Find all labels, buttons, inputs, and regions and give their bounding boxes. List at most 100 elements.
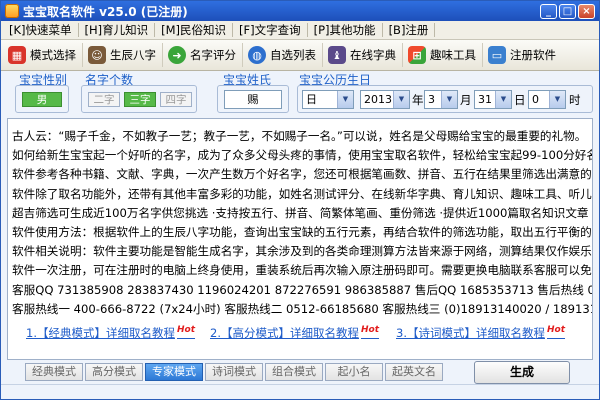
scholar-icon: ♝ [328,46,346,64]
info-line: 超吉筛选可生成近100万名字供您挑选 ·支持按五行、拼音、简繁体笔画、重份筛选 … [12,205,589,220]
windows-icon: ⊞ [408,46,426,64]
tab-classic[interactable]: 经典模式 [25,363,83,381]
tool-label: 自选列表 [270,48,316,62]
info-line: 软件相关说明：软件主要功能是智能生成名字，其余涉及到的各类命理测算方法皆来源于网… [12,244,592,259]
info-line: 古人云：“赐子千金，不如教子一艺；教子一艺，不如赐子一名。”可以说，姓名是父母赐… [12,129,587,143]
globe-icon: ◍ [248,46,266,64]
monitor-icon: ▭ [488,46,506,64]
tutorial-links: 1.【经典模式】详细取名教程 Hot 2.【高分模式】详细取名教程 Hot 3.【诗… [12,321,592,345]
count-option-three[interactable]: 三字 [124,92,156,107]
highscore-tutorial-link[interactable]: 2.【高分模式】详细取名教程 Hot [210,325,396,341]
gender-label: 宝宝性别 [19,73,68,87]
generate-button[interactable]: 生成 [474,361,570,384]
gender-group: 宝宝性别 [19,71,71,87]
birth-hour-value: 0 [532,93,539,106]
app-icon [5,4,19,18]
hot-badge: Hot [360,324,380,335]
tab-english-name[interactable]: 起英文名 [385,363,443,381]
chevron-down-icon: ▼ [393,91,409,108]
menu-bar: [K]快速菜单 [H]育儿知识 [M]民俗知识 [F]文字查询 [P]其他功能 … [1,21,599,40]
count-label: 名字个数 [85,73,134,87]
tool-label: 生辰八字 [110,48,156,62]
count-group: 名字个数 [85,71,134,87]
title-bar: 宝宝取名软件 v25.0 (已注册) _ □ × [1,1,599,21]
birth-hour-select[interactable]: 0 ▼ [528,90,566,109]
poem-tutorial-link[interactable]: 3.【诗词模式】详细取名教程 Hot [396,325,565,341]
info-line: 软件参考各种书籍、文献、字典，一次产生数万个好名字，您还可根据笔画数、拼音、五行… [12,167,592,182]
surname-label: 宝宝姓氏 [223,73,272,87]
params-panel: 宝宝性别 男 名字个数 二字 三字 四字 宝宝姓氏 赐 宝宝公历生日 日 ▼ 2… [1,71,599,115]
surname-box: 赐 [217,85,289,113]
tab-highscore[interactable]: 高分模式 [85,363,143,381]
chevron-down-icon: ▼ [495,91,511,108]
hot-badge: Hot [546,324,566,335]
birth-month-select[interactable]: 3 ▼ [424,90,458,109]
hour-unit: 时 [569,93,581,107]
toolbar: ▦ 模式选择 ☺ 生辰八字 ➜ 名字评分 ◍ 自选列表 ♝ 在线字典 ⊞ 趣味工… [1,40,599,71]
birth-group: 宝宝公历生日 [299,71,372,87]
birth-day-select[interactable]: 31 ▼ [474,90,512,109]
birth-box: 日 ▼ 2013 ▼ 年 3 ▼ 月 31 ▼ 日 0 ▼ 时 [297,85,593,113]
info-line: 软件除了取名功能外，还带有其他丰富多彩的功能，如姓名测试评分、在线新华字典、育儿… [12,186,592,201]
birth-year-select[interactable]: 2013 ▼ [360,90,410,109]
tab-nickname[interactable]: 起小名 [325,363,383,381]
tab-poem[interactable]: 诗词模式 [205,363,263,381]
birth-month-value: 3 [428,93,435,106]
count-option-two[interactable]: 二字 [88,92,120,107]
menu-other[interactable]: [P]其他功能 [308,23,383,37]
chevron-down-icon: ▼ [337,91,353,108]
register-software-button[interactable]: ▭ 注册软件 [485,43,562,67]
hot-badge: Hot [176,324,196,335]
info-line: 如何给新生宝宝起一个好听的名字，成为了众多父母头疼的事情，使用宝宝取名软件，轻松… [12,148,592,163]
maximize-button[interactable]: □ [559,3,576,19]
year-unit: 年 [412,93,424,107]
contact-line: 客服QQ 731385908 283837430 1196024201 8722… [12,282,592,297]
info-panel: 古人云：“赐子千金，不如教子一艺；教子一艺，不如赐子一名。”可以说，姓名是父母赐… [7,118,593,360]
tool-label: 名字评分 [190,48,236,62]
menu-register[interactable]: [B]注册 [383,23,436,37]
chevron-down-icon: ▼ [549,91,565,108]
name-score-button[interactable]: ➜ 名字评分 [165,43,243,67]
birth-label: 宝宝公历生日 [299,73,372,87]
menu-quick[interactable]: [K]快速菜单 [3,23,79,37]
bazi-button[interactable]: ☺ 生辰八字 [85,43,163,67]
gender-toggle[interactable]: 男 [22,92,62,107]
people-icon: ☺ [88,46,106,64]
online-dict-button[interactable]: ♝ 在线字典 [325,43,403,67]
count-box: 二字 三字 四字 [81,85,197,113]
surname-input[interactable]: 赐 [224,90,282,109]
tab-combo[interactable]: 组合模式 [265,363,323,381]
mode-icon: ▦ [8,46,26,64]
tool-label: 在线字典 [350,48,396,62]
info-line: 软件一次注册，可在注册时的电脑上终身使用，重装系统后再次输入原注册码即可。需要更… [12,263,592,278]
tool-label: 趣味工具 [430,48,476,62]
calendar-type-value: 日 [306,93,317,106]
surname-group: 宝宝姓氏 [223,71,272,87]
birth-year-value: 2013 [364,93,392,106]
classic-tutorial-link[interactable]: 1.【经典模式】详细取名教程 Hot [26,325,210,341]
arrow-icon: ➜ [168,46,186,64]
birth-day-value: 31 [478,93,492,106]
fun-tools-button[interactable]: ⊞ 趣味工具 [405,43,483,67]
chevron-down-icon: ▼ [441,91,457,108]
tool-label: 注册软件 [510,48,556,62]
tab-expert[interactable]: 专家模式 [145,363,203,381]
mode-select-button[interactable]: ▦ 模式选择 [5,43,83,67]
close-button[interactable]: × [578,3,595,19]
day-unit: 日 [514,93,526,107]
menu-char-lookup[interactable]: [F]文字查询 [233,23,308,37]
info-line: 软件使用方法：根据软件上的生辰八字功能，查询出宝宝缺的五行元素，再结合软件的筛选… [12,224,592,239]
tool-label: 模式选择 [30,48,76,62]
gender-box: 男 [15,85,69,113]
status-bar [1,384,599,399]
window-title: 宝宝取名软件 v25.0 (已注册) [23,4,188,19]
contact-line: 客服热线一 400-666-8722 (7x24小时) 客服热线二 0512-6… [12,301,592,316]
custom-list-button[interactable]: ◍ 自选列表 [245,43,323,67]
count-option-four[interactable]: 四字 [160,92,192,107]
calendar-type-select[interactable]: 日 ▼ [302,90,354,109]
month-unit: 月 [460,93,472,107]
menu-parenting[interactable]: [H]育儿知识 [79,23,156,37]
menu-folk[interactable]: [M]民俗知识 [155,23,234,37]
minimize-button[interactable]: _ [540,3,557,19]
app-window: 宝宝取名软件 v25.0 (已注册) _ □ × [K]快速菜单 [H]育儿知识… [0,0,600,400]
